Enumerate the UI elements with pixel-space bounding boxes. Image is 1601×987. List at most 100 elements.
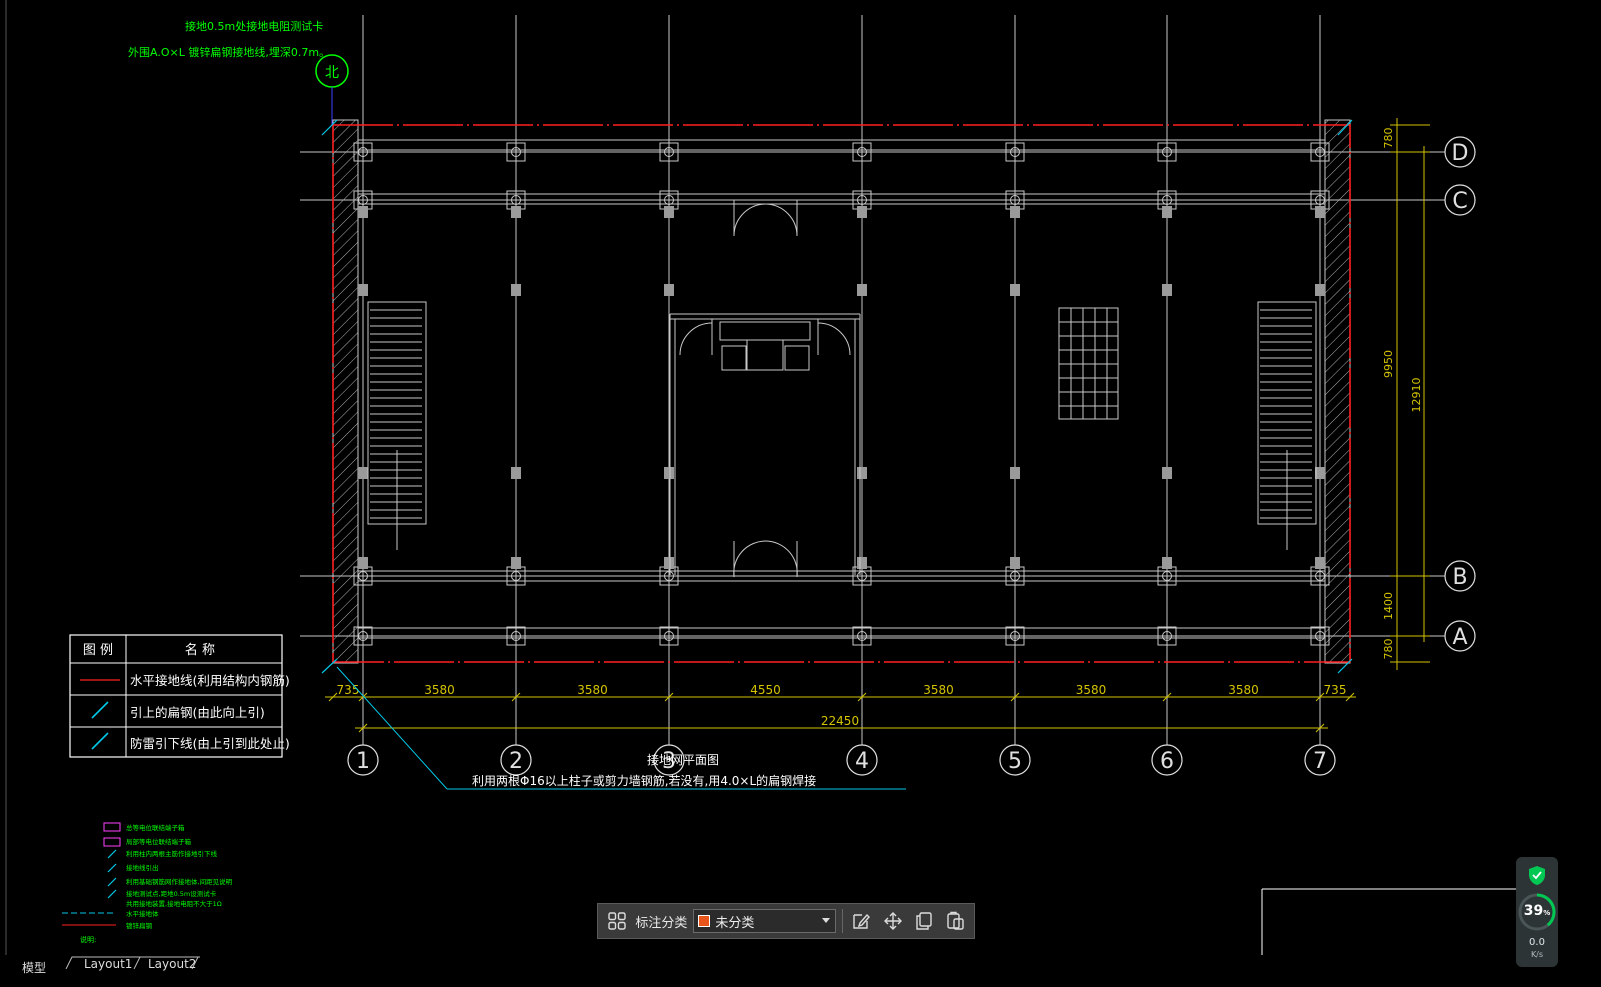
small-legend-item: 水平接地体 [126,909,159,918]
equipment-grid [1058,307,1119,420]
column-block [511,206,521,218]
layout-tabs: 模型 Layout1 Layout2 [0,955,1601,987]
plan-note: 利用两根Φ16以上柱子或剪力墙钢筋,若没有,用4.0×L的扁钢焊接 [472,773,816,788]
toolbar-label: 标注分类 [635,915,688,931]
column-block [664,467,674,479]
move-icon[interactable] [880,908,905,934]
small-legend-item: 利用基础钢筋网作接地体,间距见说明 [126,877,233,886]
dim-label: 735 [1324,683,1347,697]
legend-col2: 名 称 [185,642,215,658]
column-block [358,284,368,296]
dim-right-total-label: 12910 [1410,378,1423,413]
small-legend-item: 总等电位联结端子箱 [126,823,185,832]
chevron-down-icon [821,918,830,923]
column-block [857,557,867,569]
column-block [664,557,674,569]
annotation-toolbar: 标注分类 未分类 [597,903,975,939]
column-block [1010,557,1020,569]
axis-bubble-row-label: B [1452,565,1467,590]
tab-layout2[interactable]: Layout2 [148,957,196,971]
column-block [857,206,867,218]
column-block [511,557,521,569]
edit-icon[interactable] [849,908,874,934]
column-block [358,557,368,569]
legend-row-3: 防雷引下线(由上引到此处止) [130,736,290,751]
column-block [1010,284,1020,296]
dim-right-label: 1400 [1382,592,1395,620]
axis-bubble-row-label: D [1452,141,1469,166]
legend-row-2: 引上的扁钢(由此向上引) [130,705,265,720]
small-legend-item: 接地测试点,距地0.5m设测试卡 [126,889,217,898]
column-block [1315,557,1325,569]
column-block [511,467,521,479]
column-block [1315,284,1325,296]
small-legend-item: 接地线引出 [126,863,159,872]
column-block [664,206,674,218]
column-block [1010,467,1020,479]
small-legend-symbol [107,877,117,887]
small-legend-item: 共用接地装置,接地电阻不大于1Ω [126,899,222,908]
small-legend-item: 利用柱内两根主筋作接地引下线 [126,849,218,858]
small-legend-symbol [107,849,117,859]
column-block [1162,467,1172,479]
axis-bubble-row-label: A [1452,625,1467,650]
axis-bubble-col-label: 2 [509,749,523,774]
cad-drawing-canvas[interactable]: 接地0.5m处接地电阻测试卡 外围A.O×L 镀锌扁钢接地线,埋深0.7m。 北 [0,0,1601,987]
dim-label: 735 [337,683,360,697]
small-legend-footer: 说明: [80,935,96,944]
dim-total-label: 22450 [821,714,859,728]
dim-label: 3580 [923,683,954,697]
axis-bubble-col-label: 1 [356,749,370,774]
axis-bubble-col-label: 5 [1008,749,1022,774]
note-line1: 接地0.5m处接地电阻测试卡 [185,20,323,33]
grid-icon[interactable] [604,908,629,934]
net-speed: 0.0 [1529,937,1545,948]
stair-left [367,301,427,550]
grid-lines [300,15,1445,740]
dim-label: 3580 [424,683,455,697]
columns [353,142,1330,646]
corner-markers [321,119,1353,674]
axis-bubble-col-label: 7 [1313,749,1327,774]
dim-label: 3580 [1228,683,1259,697]
dim-right-label: 780 [1382,128,1395,149]
category-color-swatch [698,915,711,927]
toolbar-separator [841,909,843,933]
central-room [669,313,861,575]
axis-bubbles: 1 2 3 4 5 6 7DCBA [347,136,1476,776]
dimensions: 735 3580 3580 4550 3580 3580 3580 735 22450 780 99… [325,118,1430,733]
column-block [1162,284,1172,296]
axis-bubble-col-label: 4 [855,749,869,774]
small-legend-item: 镀锌扁钢 [126,921,153,930]
small-legend-symbol [107,863,117,873]
widget-graphics [1518,866,1556,931]
column-block [857,284,867,296]
tab-layout1[interactable]: Layout1 [84,957,132,971]
system-monitor-widget[interactable]: 39% 0.0 K/s [1516,857,1558,967]
column-block [1162,557,1172,569]
category-select[interactable]: 未分类 [693,909,836,933]
door-top [733,200,798,237]
stair-right [1257,301,1317,550]
door-bottom [733,540,798,578]
column-block [1315,206,1325,218]
compass-icon: 北 [315,54,349,125]
dim-right-label: 780 [1382,639,1395,660]
paste-icon[interactable] [943,908,968,934]
small-legend-item: 局部等电位联结端子箱 [126,837,192,846]
legend-col1: 图 例 [83,643,113,658]
dim-label: 3580 [577,683,608,697]
column-block [358,206,368,218]
axis-bubble-row-label: C [1452,189,1467,214]
small-legend-symbol [107,889,117,899]
tab-model[interactable]: 模型 [22,959,46,976]
legend-table: 图 例 名 称 水平接地线(利用结构内钢筋) 引上的扁钢(由此向上引) 防雷引下… [69,634,290,758]
dim-right-label: 9950 [1382,350,1395,378]
column-block [857,467,867,479]
copy-icon[interactable] [911,908,936,934]
title-block-frame [1261,888,1516,955]
column-block [358,467,368,479]
column-block [664,284,674,296]
legend-row-1: 水平接地线(利用结构内钢筋) [130,673,290,688]
dim-label: 4550 [750,683,781,697]
